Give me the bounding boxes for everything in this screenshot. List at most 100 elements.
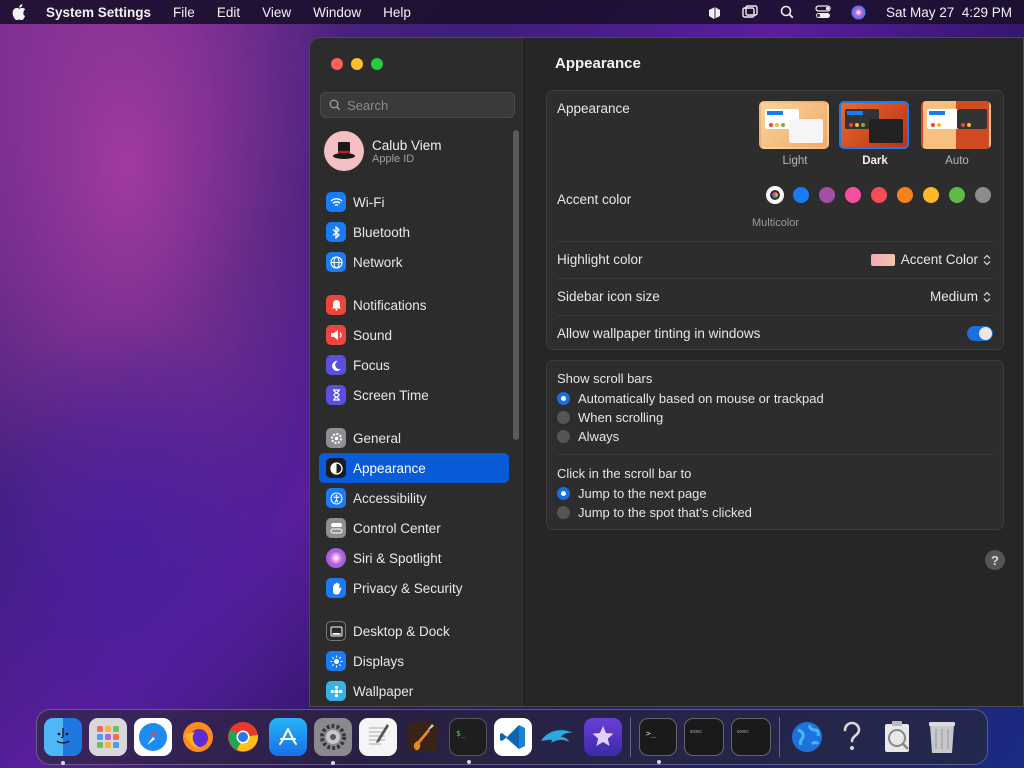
radio-label: Automatically based on mouse or trackpad: [578, 391, 824, 406]
accent-green[interactable]: [949, 187, 965, 203]
sidebar-item-wifi[interactable]: Wi-Fi: [319, 187, 509, 217]
apple-id-account[interactable]: Calub Viem Apple ID: [324, 131, 442, 171]
launchpad-icon[interactable]: [89, 718, 127, 756]
sidebar-item-notifications[interactable]: Notifications: [319, 290, 509, 320]
shortcuts-status-icon[interactable]: [706, 4, 724, 20]
clock[interactable]: Sat May 27 4:29 PM: [886, 5, 1012, 20]
accent-purple[interactable]: [819, 187, 835, 203]
sidebar-item-desktop-dock[interactable]: Desktop & Dock: [319, 616, 509, 646]
help-question-icon[interactable]: [833, 718, 871, 756]
svg-text:exec: exec: [737, 729, 749, 735]
click-option-spot-clicked[interactable]: Jump to the spot that’s clicked: [557, 505, 752, 520]
running-indicator: [467, 760, 471, 764]
apple-menu-icon[interactable]: [12, 4, 28, 20]
sidebar-item-accessibility[interactable]: Accessibility: [319, 483, 509, 513]
chrome-icon[interactable]: [224, 718, 262, 756]
spotlight-search-icon[interactable]: [778, 4, 796, 20]
highlight-color-label: Highlight color: [557, 252, 643, 267]
scroll-option-when-scrolling[interactable]: When scrolling: [557, 410, 663, 425]
system-settings-icon[interactable]: [314, 718, 352, 765]
search-field[interactable]: [320, 92, 515, 118]
scroll-option-always[interactable]: Always: [557, 429, 619, 444]
window-controls: [331, 58, 383, 70]
exec-window-icon[interactable]: exec: [684, 718, 724, 756]
exec-window-icon-2[interactable]: exec: [731, 718, 771, 756]
menu-window[interactable]: Window: [313, 5, 361, 20]
textedit-icon[interactable]: [359, 718, 397, 756]
radio-button[interactable]: [557, 392, 570, 405]
preview-viewer-icon[interactable]: [878, 718, 916, 756]
highlight-color-popup[interactable]: Accent Color: [870, 252, 991, 267]
accent-yellow[interactable]: [923, 187, 939, 203]
accent-orange[interactable]: [897, 187, 913, 203]
appearance-option-auto[interactable]: Auto: [921, 101, 993, 167]
sidebar-item-general[interactable]: General: [319, 423, 509, 453]
divider: [557, 315, 993, 316]
terminal-window-icon[interactable]: >_: [639, 718, 677, 764]
sidebar-item-label: Screen Time: [353, 387, 429, 403]
star-app-icon[interactable]: [584, 718, 622, 756]
trash-icon[interactable]: [923, 718, 961, 756]
click-option-next-page[interactable]: Jump to the next page: [557, 486, 707, 501]
terminal-app-icon[interactable]: $_: [449, 718, 487, 764]
wallpaper-tinting-toggle[interactable]: [967, 326, 993, 341]
network-globe-icon[interactable]: [788, 718, 826, 756]
appearance-option-label: Auto: [945, 155, 969, 167]
sidebar-item-displays[interactable]: Displays: [319, 646, 509, 676]
minimize-button[interactable]: [351, 58, 363, 70]
sidebar-icon-size-popup[interactable]: Medium: [930, 289, 991, 304]
search-input[interactable]: [347, 97, 497, 113]
sidebar-item-label: Wi-Fi: [353, 194, 385, 210]
control-center-status-icon[interactable]: [814, 4, 832, 20]
sidebar-item-control-center[interactable]: Control Center: [319, 513, 509, 543]
siri-status-icon[interactable]: [850, 4, 868, 20]
sidebar-item-privacy-security[interactable]: Privacy & Security: [319, 573, 509, 603]
sidebar-group-notifications: Notifications Sound Focus Screen Time: [319, 290, 509, 410]
sidebar-item-wallpaper[interactable]: Wallpaper: [319, 676, 509, 706]
sidebar-item-appearance[interactable]: Appearance: [319, 453, 509, 483]
divider: [557, 454, 993, 455]
menu-file[interactable]: File: [173, 5, 195, 20]
accent-red[interactable]: [871, 187, 887, 203]
sidebar-item-screen-time[interactable]: Screen Time: [319, 380, 509, 410]
accent-pink[interactable]: [845, 187, 861, 203]
radio-button[interactable]: [557, 411, 570, 424]
help-button[interactable]: ?: [985, 550, 1005, 570]
app-store-icon[interactable]: [269, 718, 307, 756]
radio-button[interactable]: [557, 506, 570, 519]
accent-multicolor[interactable]: [767, 187, 783, 203]
sidebar-item-siri-spotlight[interactable]: Siri & Spotlight: [319, 543, 509, 573]
sidebar-item-label: Displays: [353, 653, 405, 669]
radio-button[interactable]: [557, 430, 570, 443]
wifi-icon: [326, 192, 346, 212]
sidebar-item-bluetooth[interactable]: Bluetooth: [319, 217, 509, 247]
sidebar-item-network[interactable]: Network: [319, 247, 509, 277]
menu-view[interactable]: View: [262, 5, 291, 20]
accent-graphite[interactable]: [975, 187, 991, 203]
gear-icon: [326, 428, 346, 448]
appearance-option-dark[interactable]: Dark: [839, 101, 911, 167]
sidebar-scrollbar[interactable]: [513, 130, 519, 440]
accent-blue[interactable]: [793, 187, 809, 203]
appearance-option-light[interactable]: Light: [759, 101, 831, 167]
close-button[interactable]: [331, 58, 343, 70]
menu-edit[interactable]: Edit: [217, 5, 240, 20]
safari-icon[interactable]: [134, 718, 172, 756]
menu-help[interactable]: Help: [383, 5, 411, 20]
scroll-bars-card: Show scroll bars Automatically based on …: [546, 360, 1004, 530]
sidebar-item-label: Focus: [353, 357, 390, 373]
firefox-icon[interactable]: [179, 718, 217, 756]
screen-mirroring-icon[interactable]: [742, 4, 760, 20]
vscode-icon[interactable]: [494, 718, 532, 756]
garageband-icon[interactable]: [404, 718, 442, 756]
sidebar-item-sound[interactable]: Sound: [319, 320, 509, 350]
sidebar-item-label: Bluetooth: [353, 224, 411, 240]
zoom-button[interactable]: [371, 58, 383, 70]
sidebar-item-focus[interactable]: Focus: [319, 350, 509, 380]
radio-button[interactable]: [557, 487, 570, 500]
scroll-option-automatic[interactable]: Automatically based on mouse or trackpad: [557, 391, 824, 406]
dolphin-icon[interactable]: [539, 718, 577, 756]
menu-app-name[interactable]: System Settings: [46, 5, 151, 20]
finder-icon[interactable]: [44, 718, 82, 765]
menu-bar: System Settings File Edit View Window He…: [0, 0, 1024, 24]
